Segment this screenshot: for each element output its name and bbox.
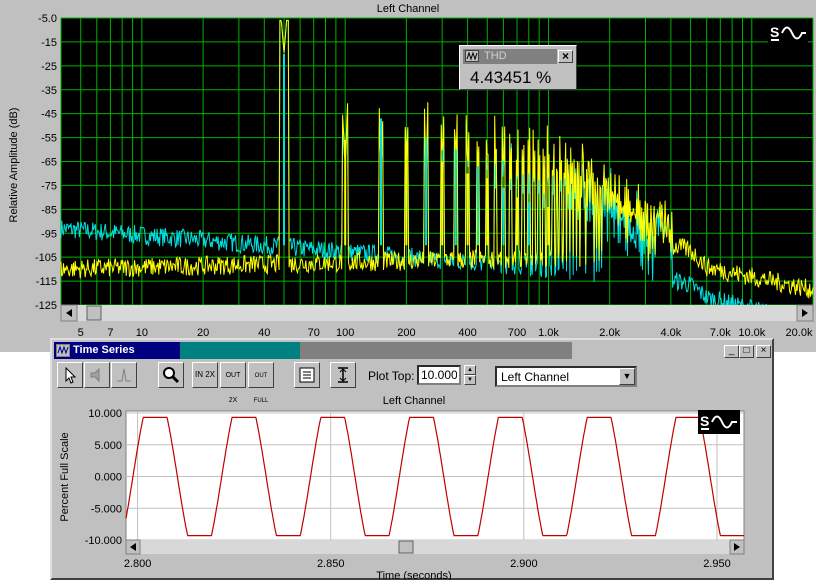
time-series-window: Time Series _ □ × IN 2X OUT 2X OUT FULL … — [50, 338, 774, 580]
list-icon — [299, 367, 315, 383]
time-series-x-axis-label: Time (seconds) — [376, 570, 451, 580]
time-series-chart: Left Channel Percent Full Scale Time (se… — [59, 395, 745, 580]
scroll-thumb — [398, 540, 414, 554]
time-series-plot-area — [125, 410, 745, 541]
pointer-tool-button[interactable] — [57, 362, 83, 388]
zoom-button[interactable] — [158, 362, 184, 388]
time-series-title: Left Channel — [383, 395, 445, 407]
thd-titlebar[interactable]: THD — [463, 49, 557, 64]
spectrum-y-tick-label: -115 — [36, 276, 57, 288]
time-series-x-tick-label: 2.850 — [317, 558, 345, 570]
time-series-y-tick-labels: 10.000 5.000 0.000 -5.000 -10.000 — [85, 408, 122, 547]
vertical-scale-button[interactable] — [330, 362, 356, 388]
time-series-y-tick-label: 5.000 — [94, 440, 122, 452]
display-options-button[interactable] — [294, 362, 320, 388]
spectrum-y-tick-labels: -5.0 -15 -25 -35 -45 -55 -65 -75 -85 -95 -105 -115 -… — [35, 13, 57, 312]
zoom-in-label: IN 2X — [194, 370, 215, 379]
peak-icon — [117, 368, 131, 382]
peak-button[interactable] — [111, 362, 137, 388]
time-series-y-tick-label: 0.000 — [94, 472, 122, 484]
plot-top-input[interactable] — [417, 365, 461, 385]
spectrum-y-axis-label: Relative Amplitude (dB) — [8, 108, 20, 223]
spectrum-y-tick-label: -65 — [41, 157, 57, 169]
vertical-arrows-icon — [338, 367, 348, 383]
spectrum-y-tick-label: -85 — [41, 204, 57, 216]
cursor-arrow-icon — [65, 366, 77, 384]
magnifier-icon — [163, 367, 180, 384]
time-series-y-tick-label: -5.000 — [91, 503, 122, 515]
spectrum-plot-window: Left Channel Relative Amplitude (dB) -5.… — [0, 0, 816, 352]
spectrum-y-tick-label: -15 — [41, 37, 57, 49]
time-series-x-tick-label: 2.800 — [124, 558, 152, 570]
time-series-y-axis-label: Percent Full Scale — [59, 432, 71, 521]
spin-down-icon[interactable]: ▼ — [464, 375, 476, 385]
spectrum-y-tick-label: -35 — [41, 85, 57, 97]
speaker-icon — [90, 367, 100, 383]
window-title: Time Series — [73, 344, 135, 356]
spectrum-y-tick-label: -5.0 — [38, 13, 57, 25]
thd-title: THD — [484, 50, 507, 62]
plot-top-label: Plot Top: — [368, 369, 415, 383]
speaker-button[interactable] — [84, 362, 110, 388]
minimize-button[interactable]: _ — [724, 345, 739, 358]
plot-top-spinner[interactable]: ▲ ▼ — [464, 365, 476, 385]
spectrum-y-tick-label: -95 — [41, 228, 57, 240]
zoom-in-2x-button[interactable]: IN 2X — [192, 362, 218, 388]
svg-text:S: S — [770, 24, 779, 40]
chevron-down-icon[interactable]: ▼ — [619, 368, 635, 385]
maximize-button[interactable]: □ — [739, 345, 754, 358]
channel-select-value: Left Channel — [501, 370, 570, 384]
close-icon[interactable]: × — [558, 50, 573, 63]
thd-value: 4.43451 % — [470, 68, 552, 87]
thd-readout-panel[interactable]: THD × 4.43451 % — [459, 45, 577, 90]
spectrum-y-tick-label: -45 — [41, 109, 57, 121]
spectrum-y-tick-label: -105 — [35, 252, 57, 264]
spin-up-icon[interactable]: ▲ — [464, 365, 476, 375]
waveform-icon — [465, 50, 479, 62]
waveform-icon — [56, 344, 70, 357]
channel-select[interactable]: Left Channel ▼ — [495, 366, 637, 387]
zoom-out-2x-button[interactable]: OUT 2X — [220, 362, 246, 404]
spectrum-x-tick-label: 20.0k — [786, 327, 813, 339]
time-series-x-tick-labels: 2.800 2.850 2.900 2.950 — [124, 558, 731, 570]
svg-text:S: S — [700, 413, 709, 429]
time-series-titlebar[interactable]: Time Series _ □ × — [54, 342, 771, 359]
zoom-full-button[interactable]: OUT FULL — [248, 362, 274, 404]
spectraplus-logo-icon: S — [698, 410, 740, 434]
time-series-x-tick-label: 2.950 — [703, 558, 731, 570]
spectrum-y-tick-label: -55 — [41, 133, 57, 145]
spectrum-chart: Left Channel Relative Amplitude (dB) -5.… — [8, 3, 814, 339]
spectrum-title: Left Channel — [377, 3, 439, 15]
scroll-thumb — [86, 305, 102, 321]
spectrum-scrollbar[interactable] — [60, 304, 814, 322]
spectraplus-logo-icon: S — [768, 22, 808, 44]
time-series-scrollbar[interactable] — [125, 539, 745, 555]
time-series-x-tick-label: 2.900 — [510, 558, 538, 570]
time-series-y-tick-label: -10.000 — [85, 535, 122, 547]
close-button[interactable]: × — [756, 345, 771, 358]
spectrum-y-tick-label: -25 — [41, 61, 57, 73]
time-series-y-tick-label: 10.000 — [88, 408, 122, 420]
spectrum-y-tick-label: -125 — [35, 300, 57, 312]
spectrum-y-tick-label: -75 — [41, 180, 57, 192]
